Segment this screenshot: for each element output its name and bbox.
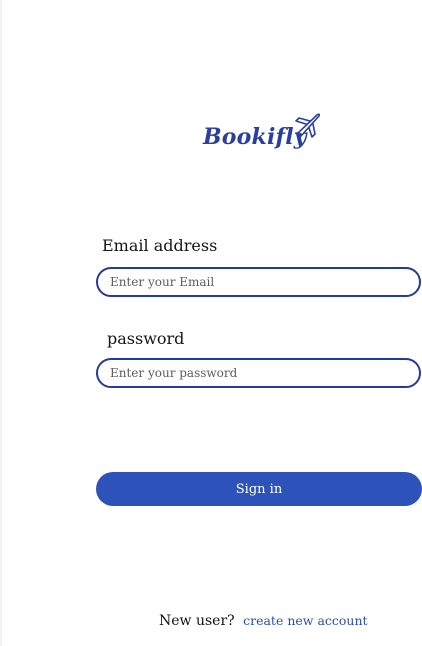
- sign-in-button[interactable]: Sign in: [96, 472, 422, 506]
- password-field[interactable]: [96, 358, 421, 388]
- password-label: password: [107, 329, 185, 348]
- page-edge: [0, 0, 2, 646]
- signup-prompt: New user? create new account: [159, 613, 368, 629]
- airplane-icon: [295, 113, 321, 138]
- email-field[interactable]: [96, 267, 421, 297]
- email-label: Email address: [102, 236, 218, 255]
- create-account-link[interactable]: create new account: [243, 613, 367, 628]
- app-logo: Bookifly: [203, 110, 323, 166]
- new-user-text: New user?: [159, 613, 235, 629]
